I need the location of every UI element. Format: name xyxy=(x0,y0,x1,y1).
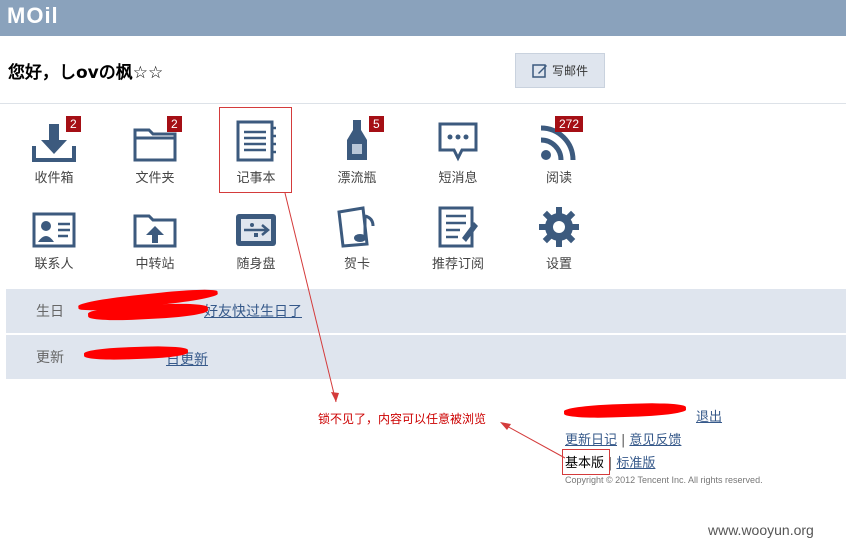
standard-version-link[interactable]: 标准版 xyxy=(616,456,655,471)
diary-link[interactable]: 更新日记 xyxy=(565,433,617,448)
feedback-link[interactable]: 意见反馈 xyxy=(629,433,681,448)
annotation-box-basic xyxy=(562,449,610,475)
annotation-arrows xyxy=(284,192,566,459)
watermark: www.wooyun.org xyxy=(708,522,814,538)
logout-link[interactable]: 退出 xyxy=(696,410,722,425)
annotation-text: 锁不见了，内容可以任意被浏览 xyxy=(318,412,487,426)
copyright-text: Copyright © 2012 Tencent Inc. All rights… xyxy=(565,475,763,485)
